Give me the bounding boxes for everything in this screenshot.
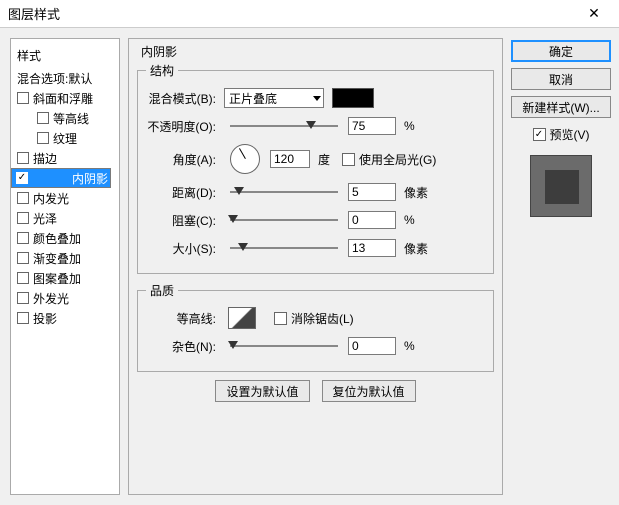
styles-heading: 样式 [11,43,119,68]
size-label: 大小(S): [146,240,220,257]
noise-slider[interactable] [230,339,338,353]
style-pattern-overlay[interactable]: 图案叠加 [11,268,119,288]
checkbox-icon[interactable] [17,272,29,284]
contour-picker[interactable] [228,307,256,329]
cancel-button[interactable]: 取消 [511,68,611,90]
ok-button[interactable]: 确定 [511,40,611,62]
choke-slider[interactable] [230,213,338,227]
make-default-button[interactable]: 设置为默认值 [215,380,309,402]
shadow-color-swatch[interactable] [332,88,374,108]
checkbox-icon[interactable] [16,172,28,184]
choke-label: 阻塞(C): [146,212,220,229]
global-light-checkbox[interactable] [342,153,355,166]
noise-input[interactable]: 0 [348,337,396,355]
checkbox-icon[interactable] [17,232,29,244]
opacity-slider[interactable] [230,119,338,133]
blend-options-default[interactable]: 混合选项:默认 [11,68,119,88]
close-icon[interactable]: ✕ [575,4,613,24]
preview-thumbnail [530,155,592,217]
choke-input[interactable]: 0 [348,211,396,229]
checkbox-icon[interactable] [17,152,29,164]
panel-title: 内阴影 [137,43,494,60]
style-contour[interactable]: 等高线 [11,108,119,128]
chevron-down-icon [313,96,321,101]
reset-default-button[interactable]: 复位为默认值 [322,380,416,402]
angle-label: 角度(A): [146,151,220,168]
checkbox-icon[interactable] [37,132,49,144]
global-light-label: 使用全局光(G) [359,151,436,168]
angle-input[interactable]: 120 [270,150,310,168]
style-satin[interactable]: 光泽 [11,208,119,228]
contour-label: 等高线: [146,310,220,327]
antialias-checkbox[interactable] [274,312,287,325]
blend-mode-label: 混合模式(B): [146,90,220,107]
checkbox-icon[interactable] [17,292,29,304]
checkbox-icon[interactable] [17,312,29,324]
noise-label: 杂色(N): [146,338,220,355]
style-drop-shadow[interactable]: 投影 [11,308,119,328]
style-inner-glow[interactable]: 内发光 [11,188,119,208]
structure-group: 结构 混合模式(B): 正片叠底 不透明度(O): 75 % [137,62,494,274]
style-gradient-overlay[interactable]: 渐变叠加 [11,248,119,268]
antialias-label: 消除锯齿(L) [291,310,354,327]
preview-label: 预览(V) [550,126,590,143]
checkbox-icon[interactable] [17,212,29,224]
angle-dial[interactable] [230,144,260,174]
quality-group: 品质 等高线: 消除锯齿(L) 杂色(N): 0 % [137,282,494,372]
style-bevel[interactable]: 斜面和浮雕 [11,88,119,108]
style-inner-shadow[interactable]: 内阴影 [11,168,111,188]
style-outer-glow[interactable]: 外发光 [11,288,119,308]
preview-checkbox[interactable] [533,128,546,141]
style-texture[interactable]: 纹理 [11,128,119,148]
new-style-button[interactable]: 新建样式(W)... [511,96,611,118]
checkbox-icon[interactable] [37,112,49,124]
checkbox-icon[interactable] [17,92,29,104]
window-title: 图层样式 [8,4,575,23]
size-slider[interactable] [230,241,338,255]
size-input[interactable]: 13 [348,239,396,257]
checkbox-icon[interactable] [17,252,29,264]
styles-list: 样式 混合选项:默认 斜面和浮雕 等高线 纹理 描边 内阴影 内发光 [10,38,120,495]
distance-input[interactable]: 5 [348,183,396,201]
checkbox-icon[interactable] [17,192,29,204]
opacity-label: 不透明度(O): [146,118,220,135]
style-color-overlay[interactable]: 颜色叠加 [11,228,119,248]
structure-legend: 结构 [146,62,178,79]
distance-label: 距离(D): [146,184,220,201]
quality-legend: 品质 [146,282,178,299]
opacity-input[interactable]: 75 [348,117,396,135]
blend-mode-select[interactable]: 正片叠底 [224,88,324,108]
distance-slider[interactable] [230,185,338,199]
style-stroke[interactable]: 描边 [11,148,119,168]
